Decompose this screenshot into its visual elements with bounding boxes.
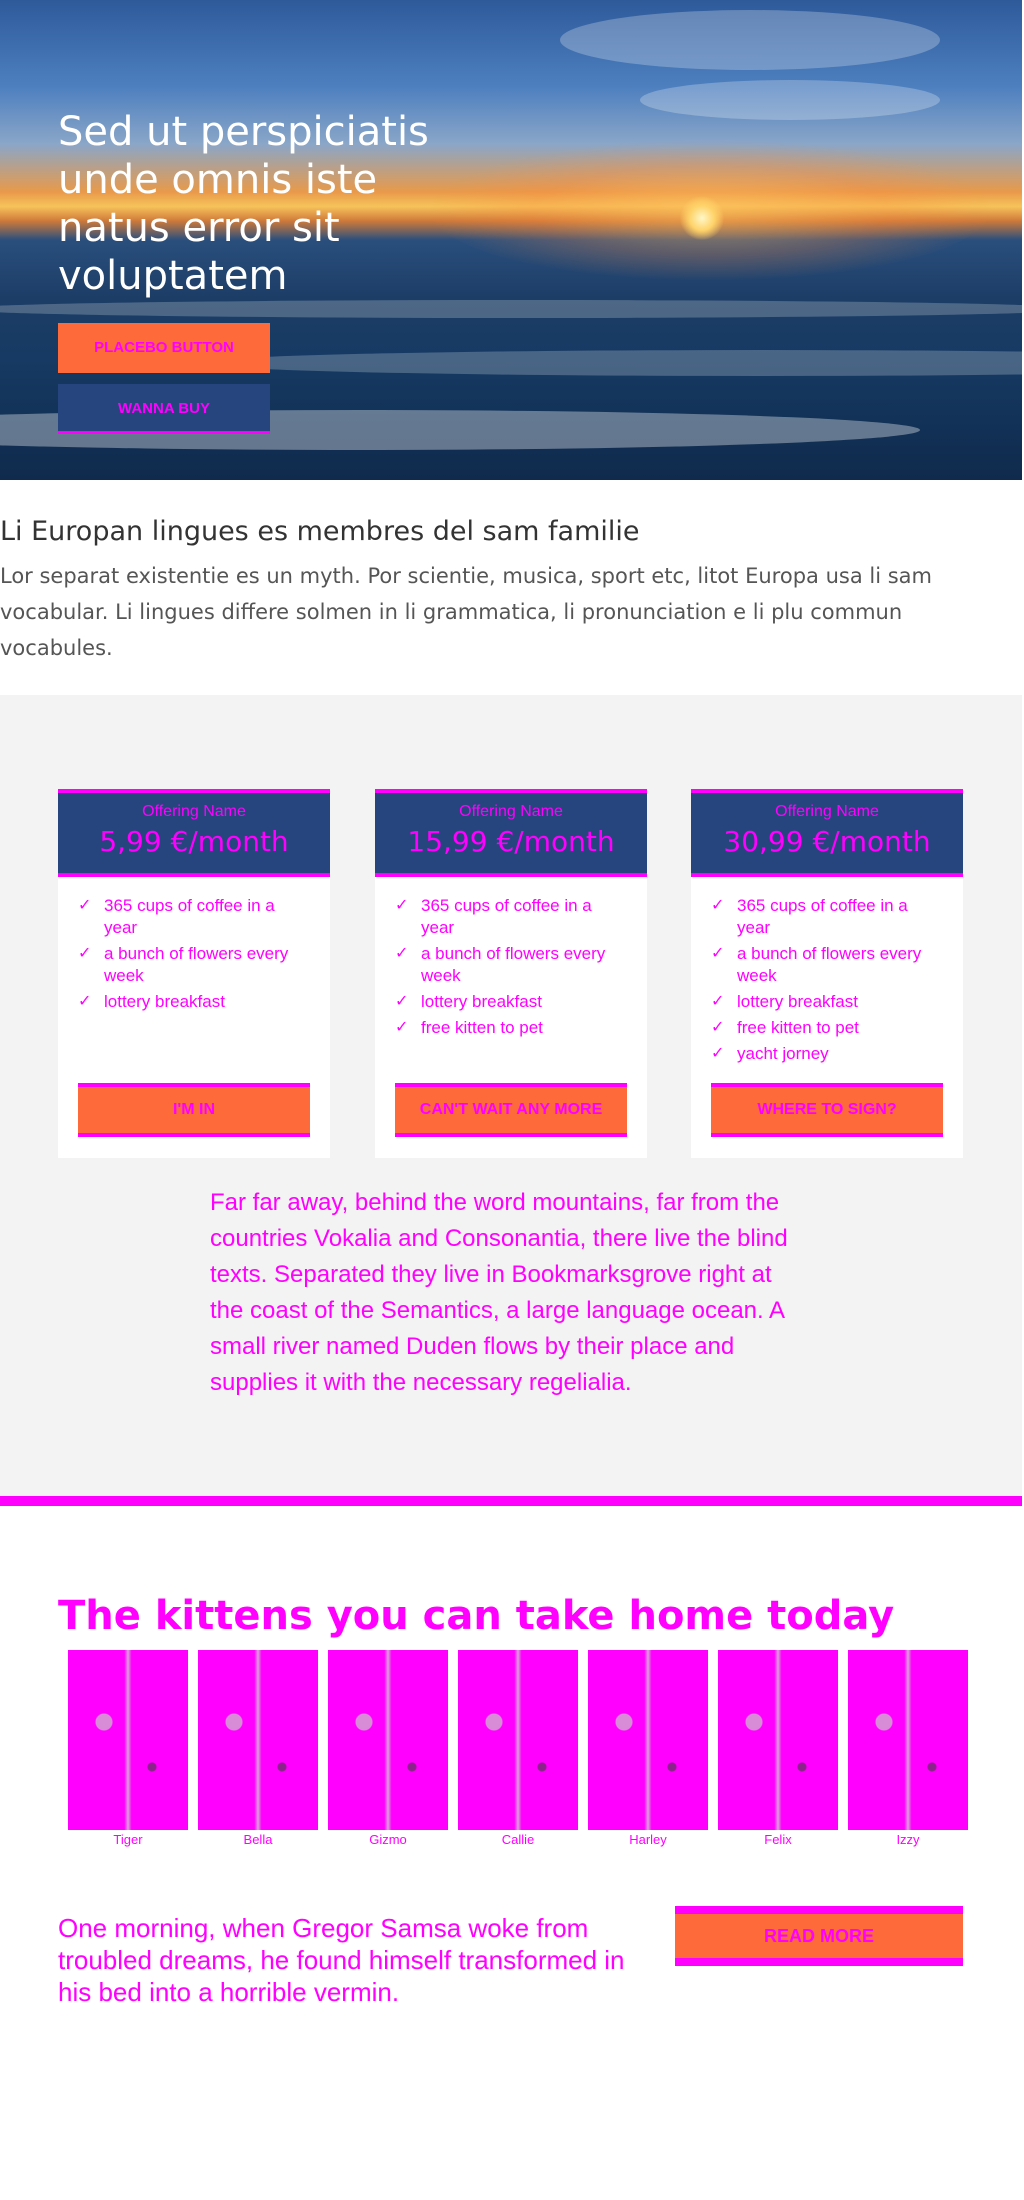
offer-name: Offering Name — [142, 803, 246, 820]
hero-banner: Sed ut perspiciatis unde omnis iste natu… — [0, 0, 1022, 480]
kitten-photo[interactable] — [848, 1650, 968, 1830]
feature-text: 365 cups of coffee in a year — [737, 896, 908, 937]
intro-paragraph: Lor separat existentie es un myth. Por s… — [0, 564, 932, 660]
feature-text: free kitten to pet — [737, 1018, 859, 1037]
feature-text: lottery breakfast — [421, 992, 542, 1011]
pricing-card-standard: Offering Name 15,99 €/month ✓ 365 cups of… — [375, 789, 647, 1158]
feature-text: lottery breakfast — [104, 992, 225, 1011]
wave-shape — [0, 300, 1022, 318]
cloud-shape — [560, 10, 940, 70]
feature-item: ✓ a bunch of flowers every week — [78, 943, 310, 987]
kitten-name: Tiger — [113, 1832, 143, 1847]
kitten-card[interactable]: Felix — [718, 1650, 838, 1847]
pricing-card-header: Offering Name 30,99 €/month — [691, 789, 963, 877]
section-divider — [0, 1496, 1022, 1506]
kitten-name: Felix — [764, 1832, 792, 1847]
kitten-card[interactable]: Harley — [588, 1650, 708, 1847]
check-icon: ✓ — [395, 897, 409, 914]
placebo-button[interactable]: Placebo button — [58, 323, 270, 373]
feature-text: yacht jorney — [737, 1044, 829, 1063]
check-icon: ✓ — [711, 897, 725, 914]
read-more-button[interactable]: Read more — [675, 1906, 963, 1966]
feature-text: a bunch of flowers every week — [421, 944, 606, 985]
offer-price: 5,99 €/month — [99, 825, 289, 858]
intro-heading: Li Europan lingues es membres del sam fa… — [0, 516, 640, 547]
feature-item: ✓ a bunch of flowers every week — [395, 943, 627, 987]
feature-item: ✓ free kitten to pet — [395, 1017, 627, 1039]
feature-item: ✓ lottery breakfast — [78, 991, 310, 1013]
kitten-photo[interactable] — [68, 1650, 188, 1830]
feature-text: free kitten to pet — [421, 1018, 543, 1037]
wanna-buy-button[interactable]: Wanna buy — [58, 384, 270, 434]
kittens-heading: The kittens you can take home today — [58, 1593, 895, 1639]
feature-text: 365 cups of coffee in a year — [104, 896, 275, 937]
kitten-card[interactable]: Tiger — [68, 1650, 188, 1847]
kitten-photo[interactable] — [718, 1650, 838, 1830]
pricing-card-premium: Offering Name 30,99 €/month ✓ 365 cups of… — [691, 789, 963, 1158]
pricing-card-basic: Offering Name 5,99 €/month ✓ 365 cups of … — [58, 789, 330, 1158]
check-icon: ✓ — [78, 945, 92, 962]
feature-text: a bunch of flowers every week — [737, 944, 922, 985]
pricing-section: Offering Name 5,99 €/month ✓ 365 cups of … — [0, 695, 1022, 1500]
offer-name: Offering Name — [775, 803, 879, 820]
pricing-card-header: Offering Name 15,99 €/month — [375, 789, 647, 877]
feature-list: ✓ 365 cups of coffee in a year ✓ a bunch o… — [375, 877, 647, 1039]
sun-image — [680, 196, 724, 240]
feature-item: ✓ 365 cups of coffee in a year — [78, 895, 310, 939]
hero-title: Sed ut perspiciatis unde omnis iste natu… — [58, 109, 429, 299]
kitten-name: Izzy — [896, 1832, 920, 1847]
check-icon: ✓ — [711, 993, 725, 1010]
offer-price: 15,99 €/month — [407, 825, 615, 858]
check-icon: ✓ — [711, 1045, 725, 1062]
kitten-card[interactable]: Callie — [458, 1650, 578, 1847]
kitten-photo[interactable] — [328, 1650, 448, 1830]
kitten-gallery: Tiger Bella Gizmo Callie Harley Felix Iz… — [68, 1650, 968, 1850]
where-to-sign-button[interactable]: Where to sign? — [711, 1083, 943, 1137]
feature-list: ✓ 365 cups of coffee in a year ✓ a bunch o… — [691, 877, 963, 1065]
feature-item: ✓ a bunch of flowers every week — [711, 943, 943, 987]
feature-text: 365 cups of coffee in a year — [421, 896, 592, 937]
kitten-card[interactable]: Gizmo — [328, 1650, 448, 1847]
feature-item: ✓ yacht jorney — [711, 1043, 943, 1065]
feature-text: lottery breakfast — [737, 992, 858, 1011]
kitten-card[interactable]: Bella — [198, 1650, 318, 1847]
check-icon: ✓ — [395, 993, 409, 1010]
story-paragraph: Far far away, behind the word mountains,… — [210, 1189, 788, 1396]
kitten-photo[interactable] — [458, 1650, 578, 1830]
check-icon: ✓ — [78, 897, 92, 914]
cant-wait-button[interactable]: Can't wait any more — [395, 1083, 627, 1137]
feature-item: ✓ lottery breakfast — [395, 991, 627, 1013]
intro-section: Li Europan lingues es membres del sam fa… — [0, 512, 940, 666]
kitten-card[interactable]: Izzy — [848, 1650, 968, 1847]
check-icon: ✓ — [395, 945, 409, 962]
cloud-shape — [640, 80, 940, 120]
kitten-name: Harley — [629, 1832, 667, 1847]
offer-price: 30,99 €/month — [723, 825, 931, 858]
check-icon: ✓ — [395, 1019, 409, 1036]
kitten-name: Gizmo — [369, 1832, 407, 1847]
check-icon: ✓ — [711, 1019, 725, 1036]
feature-item: ✓ 365 cups of coffee in a year — [395, 895, 627, 939]
wave-shape — [200, 350, 1022, 376]
check-icon: ✓ — [78, 993, 92, 1010]
feature-text: a bunch of flowers every week — [104, 944, 289, 985]
feature-item: ✓ 365 cups of coffee in a year — [711, 895, 943, 939]
kitten-name: Callie — [501, 1832, 535, 1847]
im-in-button[interactable]: I'm in — [78, 1083, 310, 1137]
pricing-card-header: Offering Name 5,99 €/month — [58, 789, 330, 877]
closing-paragraph: One morning, when Gregor Samsa woke from… — [58, 1913, 625, 2007]
feature-item: ✓ lottery breakfast — [711, 991, 943, 1013]
kitten-photo[interactable] — [588, 1650, 708, 1830]
kitten-name: Bella — [243, 1832, 273, 1847]
kitten-photo[interactable] — [198, 1650, 318, 1830]
feature-item: ✓ free kitten to pet — [711, 1017, 943, 1039]
feature-list: ✓ 365 cups of coffee in a year ✓ a bunch o… — [58, 877, 330, 1013]
check-icon: ✓ — [711, 945, 725, 962]
offer-name: Offering Name — [459, 803, 563, 820]
